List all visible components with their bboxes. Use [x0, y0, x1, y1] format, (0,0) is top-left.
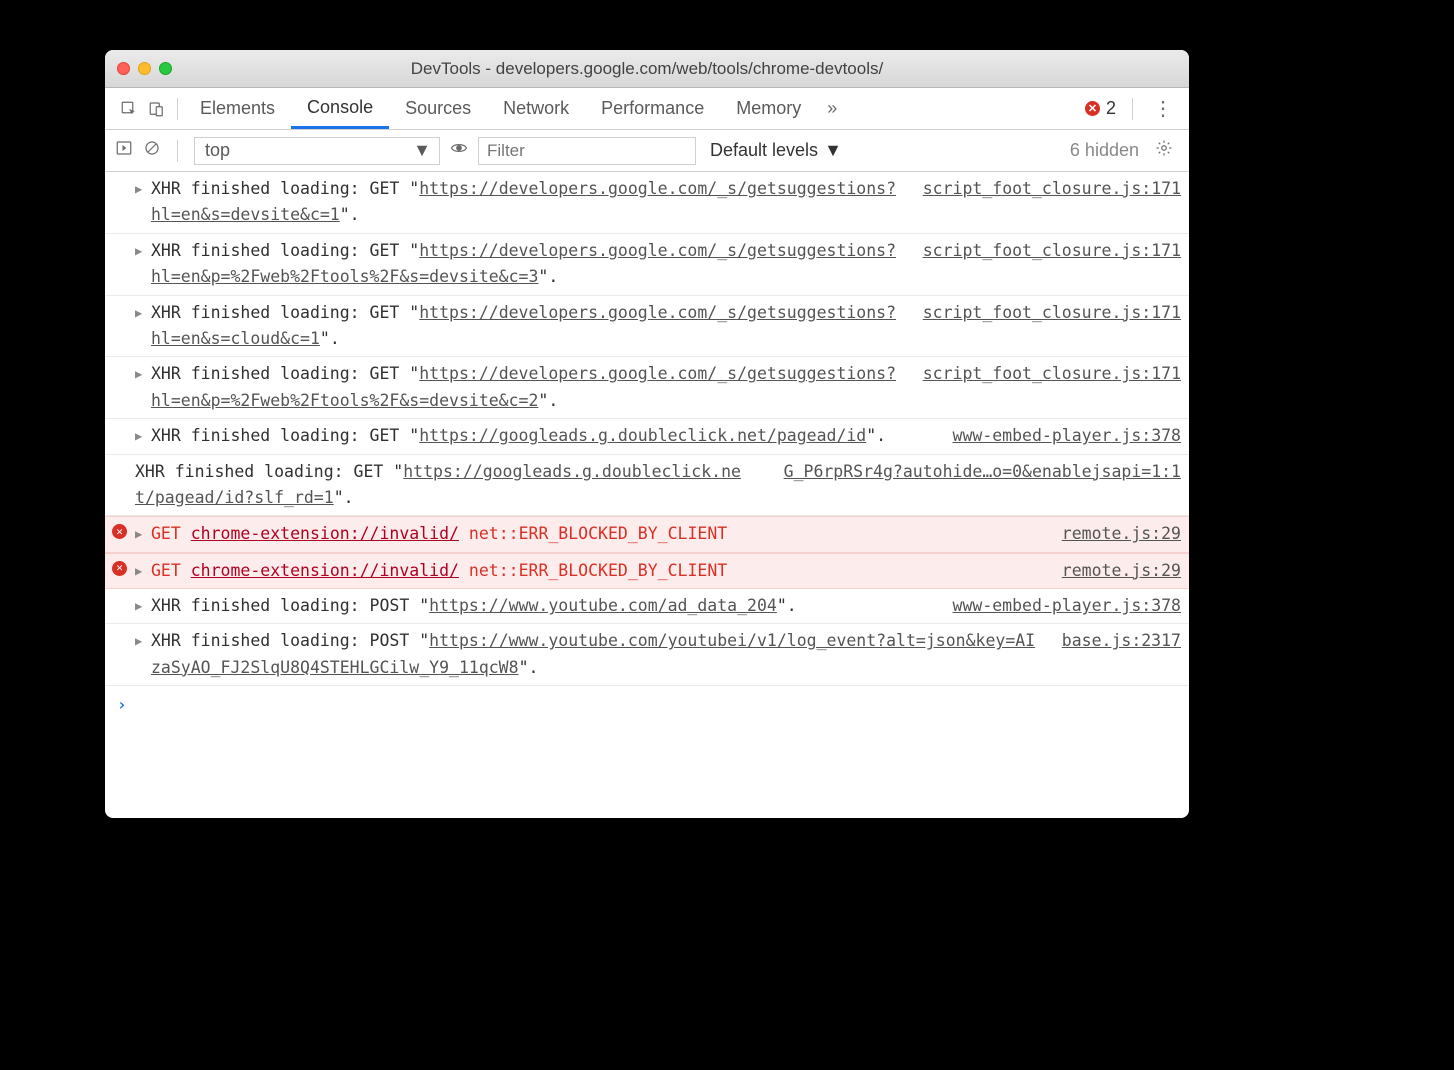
context-selector[interactable]: top ▼: [194, 137, 440, 165]
log-levels-selector[interactable]: Default levels ▼: [710, 140, 842, 161]
message-text: XHR finished loading: POST "https://www.…: [135, 628, 1052, 681]
filter-input[interactable]: [478, 137, 696, 165]
tab-memory[interactable]: Memory: [720, 88, 817, 129]
message-url[interactable]: chrome-extension://invalid/: [191, 561, 459, 580]
message-text: XHR finished loading: GET "https://googl…: [135, 423, 943, 449]
message-text: XHR finished loading: GET "https://googl…: [135, 459, 774, 512]
message-source-link[interactable]: remote.js:29: [1052, 521, 1181, 547]
message-url[interactable]: https://googleads.g.doubleclick.net/page…: [419, 426, 866, 445]
titlebar: DevTools - developers.google.com/web/too…: [105, 50, 1189, 88]
message-source-link[interactable]: remote.js:29: [1052, 558, 1181, 584]
tab-sources[interactable]: Sources: [389, 88, 487, 129]
disclosure-triangle-icon[interactable]: ▶: [135, 180, 142, 199]
sidebar-toggle-icon[interactable]: [115, 139, 133, 162]
console-message[interactable]: ▶XHR finished loading: POST "https://www…: [105, 624, 1189, 686]
message-url[interactable]: https://www.youtube.com/ad_data_204: [429, 596, 777, 615]
disclosure-triangle-icon[interactable]: ▶: [135, 632, 142, 651]
message-source-link[interactable]: script_foot_closure.js:171: [913, 176, 1181, 229]
disclosure-triangle-icon[interactable]: ▶: [135, 304, 142, 323]
message-text: XHR finished loading: GET "https://devel…: [135, 361, 913, 414]
prompt-chevron-icon: ›: [117, 695, 127, 714]
settings-icon[interactable]: [1149, 139, 1179, 162]
error-icon: ✕: [1085, 101, 1100, 116]
message-text: XHR finished loading: POST "https://www.…: [135, 593, 943, 619]
tab-console[interactable]: Console: [291, 88, 389, 129]
message-source-link[interactable]: www-embed-player.js:378: [943, 423, 1181, 449]
message-url[interactable]: chrome-extension://invalid/: [191, 524, 459, 543]
console-message[interactable]: ▶XHR finished loading: GET "https://goog…: [105, 419, 1189, 454]
console-message[interactable]: ▶XHR finished loading: GET "https://deve…: [105, 234, 1189, 296]
dropdown-icon: ▼: [824, 140, 842, 161]
separator: [177, 140, 178, 162]
disclosure-triangle-icon[interactable]: ▶: [135, 365, 142, 384]
devtools-window: DevTools - developers.google.com/web/too…: [105, 50, 1189, 818]
close-icon[interactable]: [117, 62, 130, 75]
separator: [1132, 98, 1133, 120]
error-icon: ✕: [112, 561, 127, 576]
message-source-link[interactable]: G_P6rpRSr4g?autohide…o=0&enablejsapi=1:1: [774, 459, 1181, 512]
inspect-icon[interactable]: [115, 88, 143, 129]
message-text: XHR finished loading: GET "https://devel…: [135, 176, 913, 229]
tab-network[interactable]: Network: [487, 88, 585, 129]
disclosure-triangle-icon[interactable]: ▶: [135, 427, 142, 446]
console-message[interactable]: ▶XHR finished loading: GET "https://deve…: [105, 172, 1189, 234]
traffic-lights: [117, 62, 172, 75]
message-source-link[interactable]: www-embed-player.js:378: [943, 593, 1181, 619]
tabbar: Elements Console Sources Network Perform…: [105, 88, 1189, 130]
separator: [177, 98, 178, 120]
console-output[interactable]: ▶XHR finished loading: GET "https://deve…: [105, 172, 1189, 818]
disclosure-triangle-icon[interactable]: ▶: [135, 562, 142, 581]
levels-label: Default levels: [710, 140, 818, 161]
clear-console-icon[interactable]: [143, 139, 161, 162]
message-text: GET chrome-extension://invalid/ net::ERR…: [135, 521, 1052, 547]
tab-elements[interactable]: Elements: [184, 88, 291, 129]
minimize-icon[interactable]: [138, 62, 151, 75]
console-toolbar: top ▼ Default levels ▼ 6 hidden: [105, 130, 1189, 172]
message-text: XHR finished loading: GET "https://devel…: [135, 238, 913, 291]
console-message[interactable]: ▶XHR finished loading: GET "https://deve…: [105, 296, 1189, 358]
message-source-link[interactable]: script_foot_closure.js:171: [913, 361, 1181, 414]
dropdown-icon: ▼: [405, 140, 439, 161]
message-text: GET chrome-extension://invalid/ net::ERR…: [135, 558, 1052, 584]
console-prompt[interactable]: ›: [105, 686, 1189, 724]
disclosure-triangle-icon[interactable]: ▶: [135, 597, 142, 616]
message-text: XHR finished loading: GET "https://devel…: [135, 300, 913, 353]
console-message[interactable]: ✕ ▶GET chrome-extension://invalid/ net::E…: [105, 516, 1189, 552]
live-expression-icon[interactable]: [450, 139, 468, 162]
context-value: top: [205, 140, 230, 161]
disclosure-triangle-icon[interactable]: ▶: [135, 525, 142, 544]
console-message[interactable]: ✕ ▶GET chrome-extension://invalid/ net::E…: [105, 553, 1189, 589]
device-toggle-icon[interactable]: [143, 88, 171, 129]
error-count: 2: [1106, 98, 1116, 119]
error-count-badge[interactable]: ✕ 2: [1075, 98, 1126, 119]
tab-performance[interactable]: Performance: [585, 88, 720, 129]
console-message[interactable]: ▶XHR finished loading: GET "https://deve…: [105, 357, 1189, 419]
error-icon: ✕: [112, 524, 127, 539]
disclosure-triangle-icon[interactable]: ▶: [135, 242, 142, 261]
more-tabs-icon[interactable]: »: [817, 98, 847, 119]
message-source-link[interactable]: base.js:2317: [1052, 628, 1181, 681]
kebab-menu-icon[interactable]: ⋮: [1139, 96, 1189, 121]
console-message[interactable]: XHR finished loading: GET "https://googl…: [105, 455, 1189, 517]
hidden-count[interactable]: 6 hidden: [1070, 140, 1139, 161]
message-source-link[interactable]: script_foot_closure.js:171: [913, 238, 1181, 291]
zoom-icon[interactable]: [159, 62, 172, 75]
console-message[interactable]: ▶XHR finished loading: POST "https://www…: [105, 589, 1189, 624]
window-title: DevTools - developers.google.com/web/too…: [105, 59, 1189, 79]
message-source-link[interactable]: script_foot_closure.js:171: [913, 300, 1181, 353]
